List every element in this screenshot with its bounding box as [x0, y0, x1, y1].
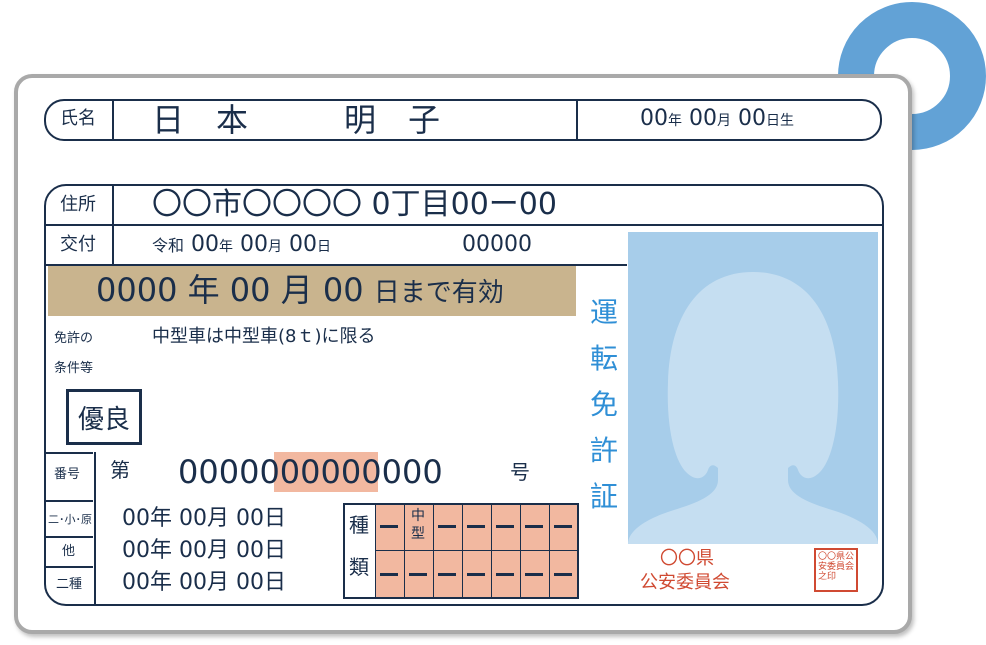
type-col — [520, 505, 521, 597]
type-dash — [467, 573, 485, 576]
seal-text: 〇〇県公安委員会之印 — [818, 552, 855, 582]
type-dash — [525, 573, 543, 576]
category-date: 00年 00月 00日 — [122, 538, 286, 563]
type-dash — [438, 573, 456, 576]
category-divider — [45, 536, 93, 538]
category-divider — [45, 500, 93, 502]
type-dash — [380, 573, 398, 576]
excellent-driver-badge: 優良 — [66, 389, 142, 445]
type-dash — [467, 525, 485, 528]
name-row-divider — [576, 100, 578, 140]
number-prefix: 第 — [110, 458, 130, 482]
license-number: 0000000000000 — [178, 453, 443, 491]
type-col — [462, 505, 463, 597]
type-col — [404, 505, 405, 597]
person-silhouette-icon — [628, 272, 878, 544]
address-underline — [45, 224, 883, 226]
category-date: 00年 00月 00日 — [122, 570, 286, 595]
number-suffix: 号 — [510, 460, 530, 484]
number-label-divider — [94, 452, 96, 604]
address-label: 住所 — [60, 194, 96, 215]
type-dash — [496, 573, 514, 576]
title-char: 免 — [589, 388, 618, 421]
title-char: 運 — [589, 296, 618, 329]
category-label: 他 — [62, 544, 76, 559]
validity-text: 0000 年 00 月 00 日まで有効 — [96, 271, 504, 309]
type-medium: 中 — [411, 508, 425, 524]
type-dash — [525, 525, 543, 528]
type-dash — [554, 525, 572, 528]
conditions-label: 条件等 — [54, 361, 94, 376]
type-dash — [438, 525, 456, 528]
type-dash — [554, 573, 572, 576]
type-label: 種 — [349, 513, 369, 537]
type-dash — [409, 573, 427, 576]
type-table-midline — [375, 550, 577, 551]
vertical-title: 運 転 免 許 証 — [584, 290, 624, 520]
holder-name: 日 本 明 子 — [152, 101, 441, 139]
birth-date: 00年 00月 00日生 — [640, 106, 794, 131]
issuer-prefecture: 〇〇県 — [660, 548, 714, 569]
address-value: 〇〇市〇〇〇〇 0丁目00ー00 — [152, 187, 557, 222]
type-label: 類 — [349, 555, 369, 579]
holder-photo — [628, 232, 878, 544]
category-date: 00年 00月 00日 — [122, 506, 286, 531]
category-divider — [45, 566, 93, 568]
category-label: 二･小･原 — [48, 513, 92, 526]
type-col — [433, 505, 434, 597]
issue-date: 令和 00年 00月 00日 — [152, 232, 332, 257]
number-topline — [45, 452, 93, 454]
official-seal: 〇〇県公安委員会之印 — [814, 548, 858, 592]
license-type-table: 種 類 中 型 — [343, 503, 579, 599]
conditions-label: 免許の — [54, 331, 94, 346]
type-medium: 型 — [411, 526, 425, 542]
type-dash — [380, 525, 398, 528]
issue-label: 交付 — [60, 234, 96, 255]
type-col — [491, 505, 492, 597]
title-char: 証 — [589, 480, 618, 513]
type-dash — [496, 525, 514, 528]
name-label: 氏名 — [60, 108, 96, 129]
issue-serial: 00000 — [462, 232, 532, 257]
issuer-commission: 公安委員会 — [640, 572, 730, 593]
type-col — [549, 505, 550, 597]
type-cells — [375, 505, 577, 597]
category-label: 二種 — [56, 577, 83, 592]
number-label: 番号 — [54, 467, 81, 482]
conditions-value: 中型車は中型車(8ｔ)に限る — [152, 326, 376, 347]
title-char: 許 — [589, 434, 618, 467]
title-char: 転 — [589, 342, 618, 375]
name-row-divider — [112, 100, 114, 140]
